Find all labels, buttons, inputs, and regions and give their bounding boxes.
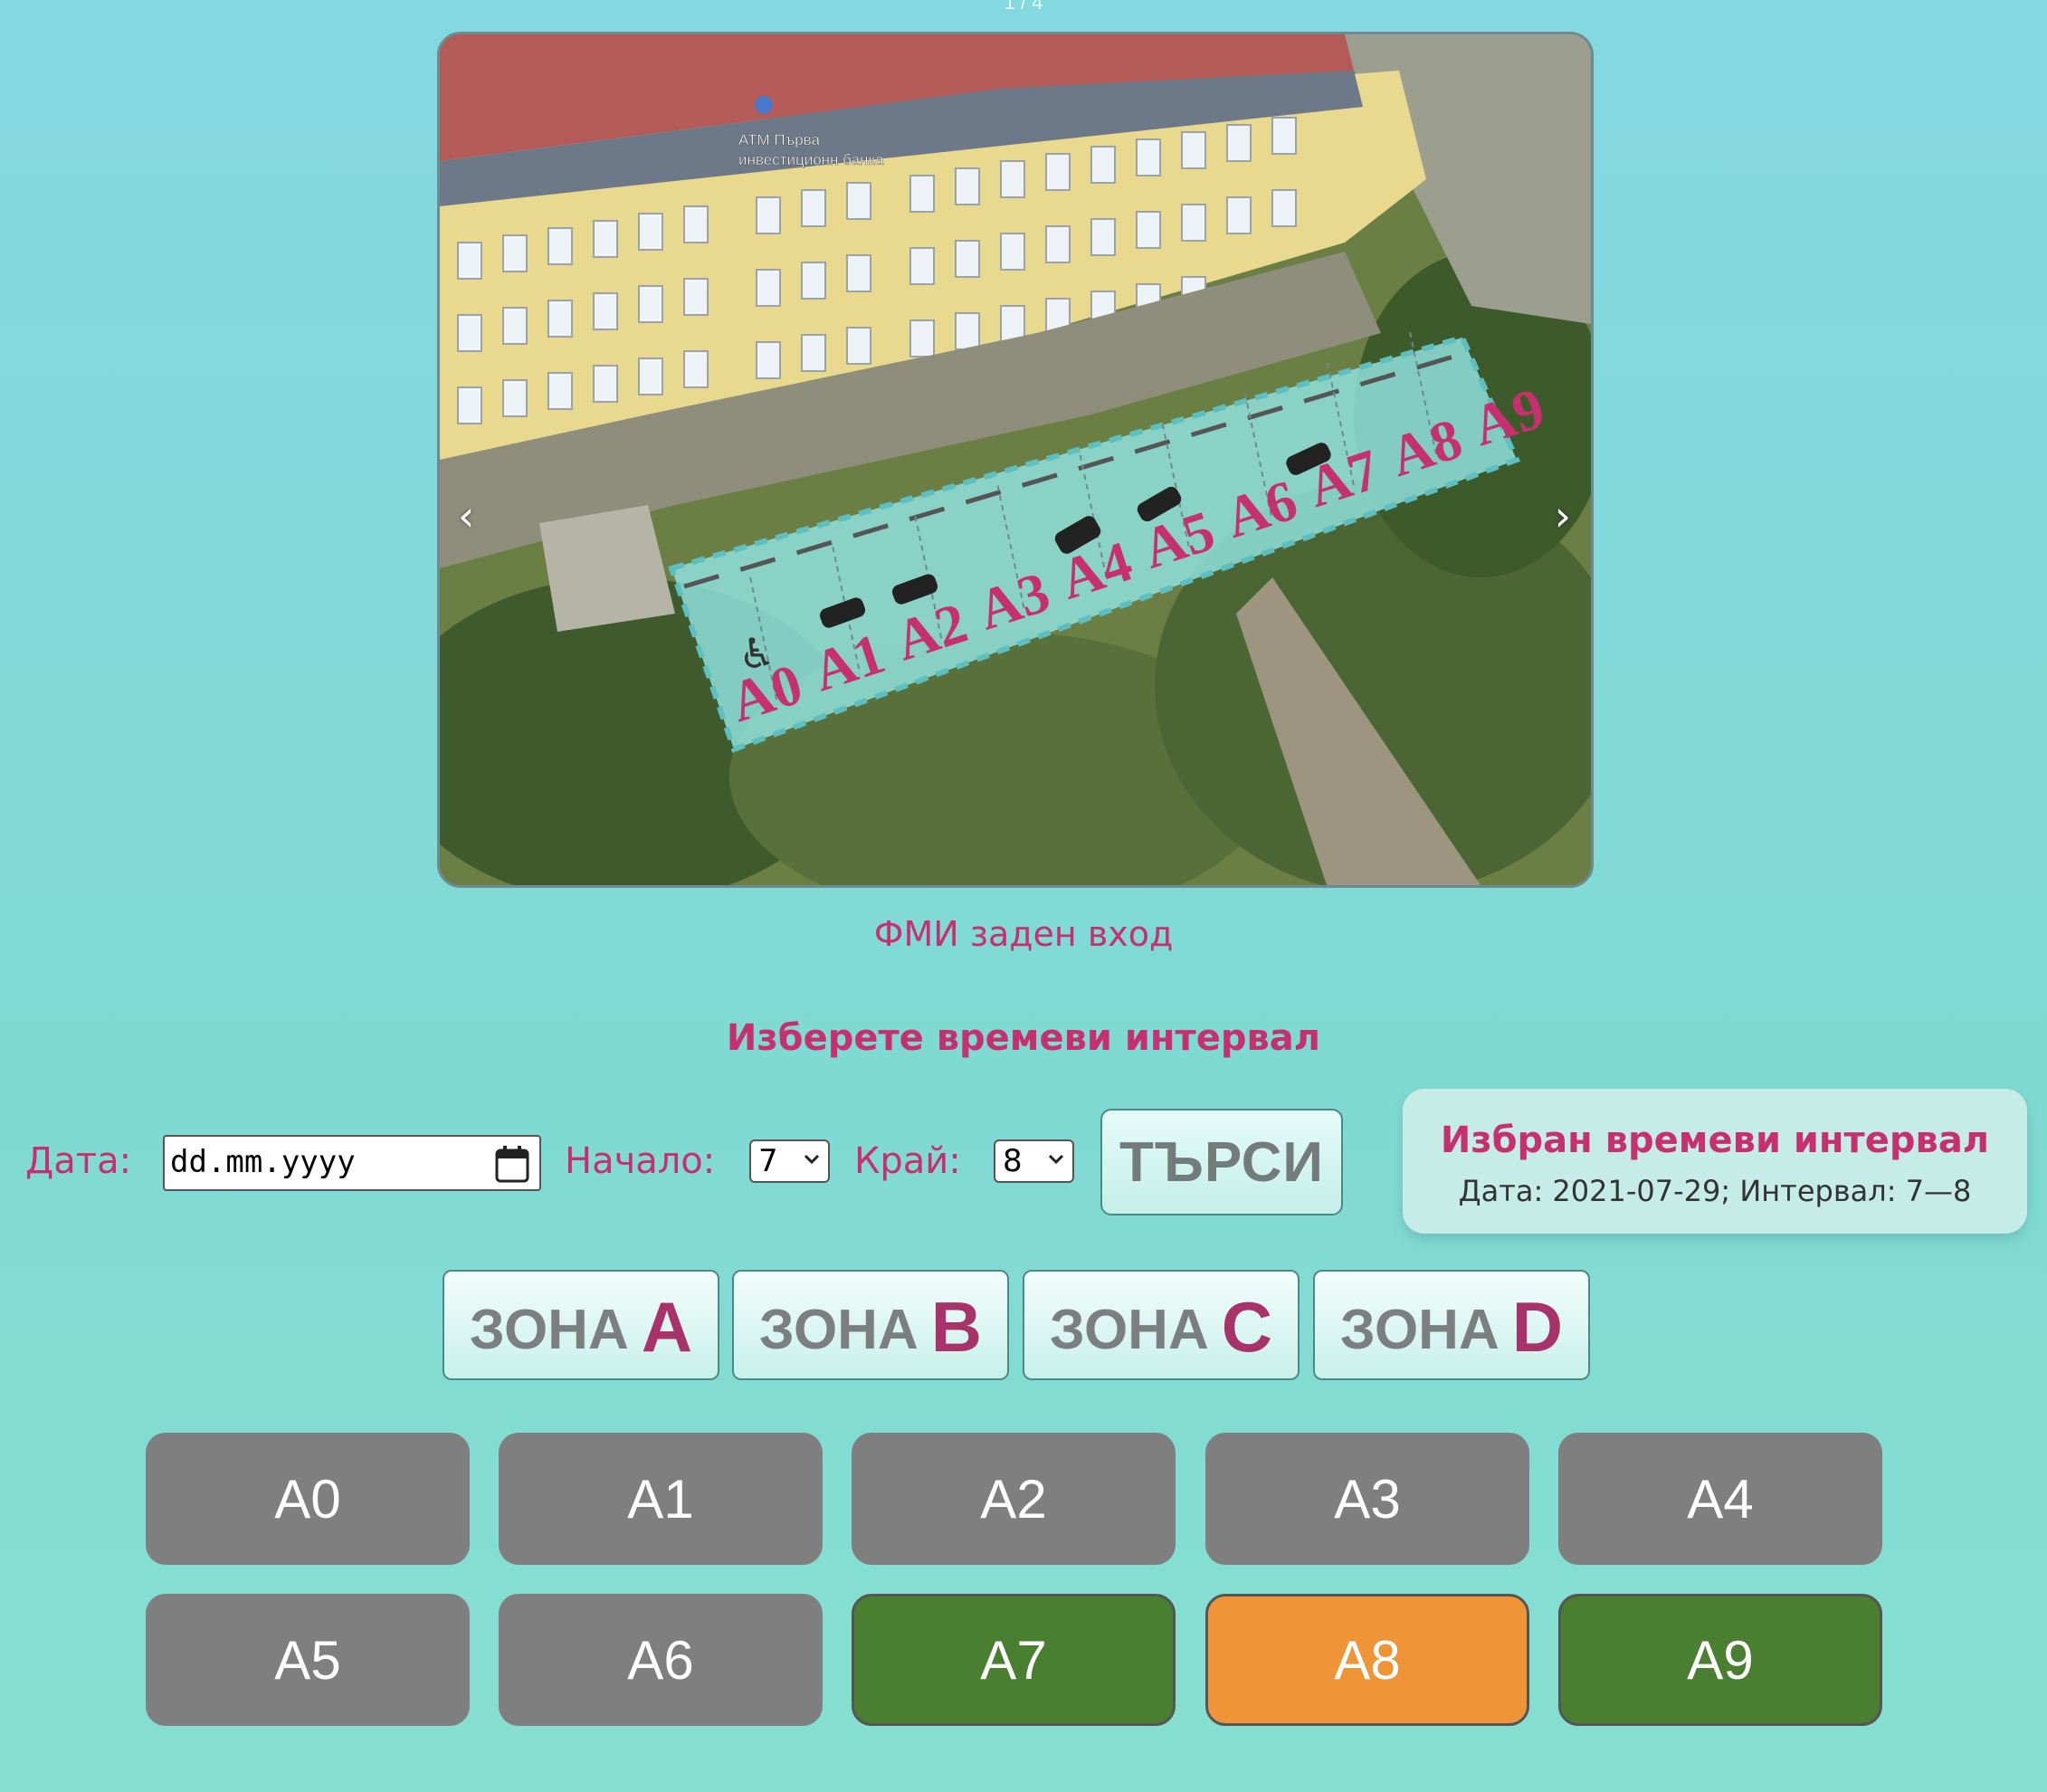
calendar-icon[interactable]: [494, 1144, 530, 1184]
zone-letter: D: [1511, 1287, 1564, 1367]
zone-letter: B: [930, 1287, 983, 1367]
parking-spot-a3[interactable]: A3: [1205, 1433, 1529, 1565]
search-button[interactable]: ТЪРСИ: [1100, 1109, 1343, 1215]
atm-label: ATM Първа: [738, 131, 820, 148]
parking-spot-a9[interactable]: A9: [1558, 1594, 1882, 1726]
parking-spot-a8[interactable]: A8: [1205, 1594, 1529, 1726]
slide-caption: ФМИ заден вход: [873, 914, 1174, 954]
parking-spot-a6[interactable]: A6: [499, 1594, 823, 1726]
zone-word: ЗОНА: [469, 1299, 629, 1361]
start-label: Начало:: [565, 1140, 716, 1182]
end-label: Край:: [854, 1140, 961, 1182]
parking-spot-a7[interactable]: A7: [852, 1594, 1176, 1726]
zone-letter: A: [641, 1287, 693, 1367]
date-label: Дата:: [25, 1140, 132, 1182]
parking-spot-a2[interactable]: A2: [852, 1433, 1176, 1565]
chevron-down-icon: [804, 1154, 820, 1165]
end-select[interactable]: 8: [994, 1139, 1074, 1183]
start-value: 7: [758, 1143, 778, 1179]
chevron-right-icon: ›: [1554, 491, 1571, 540]
selected-interval-card: Избран времеви интервал Дата: 2021-07-29…: [1403, 1089, 2027, 1234]
zone-word: ЗОНА: [1049, 1299, 1209, 1361]
parking-spot-a0[interactable]: A0: [146, 1433, 470, 1565]
start-select[interactable]: 7: [749, 1139, 830, 1183]
prev-slide-button[interactable]: ‹: [458, 491, 474, 540]
atm-marker-icon: [755, 96, 773, 114]
next-slide-button[interactable]: ›: [1555, 491, 1571, 540]
zone-d-button[interactable]: ЗОНА D: [1313, 1270, 1590, 1380]
parking-zone-photo: ATM Първа инвестиционн банка A0 A1 A2 A3 A4 A…: [437, 32, 1594, 888]
selected-interval-details: Дата: 2021-07-29; Интервал: 7—8: [1458, 1174, 1972, 1208]
zone-letter: C: [1221, 1287, 1273, 1367]
end-value: 8: [1003, 1143, 1023, 1179]
zone-b-button[interactable]: ЗОНА B: [732, 1270, 1009, 1380]
date-input[interactable]: dd.mm.yyyy: [163, 1135, 541, 1191]
zone-c-button[interactable]: ЗОНА C: [1023, 1270, 1300, 1380]
parking-spot-a1[interactable]: A1: [499, 1433, 823, 1565]
parking-spot-a4[interactable]: A4: [1558, 1433, 1882, 1565]
date-placeholder: dd.mm.yyyy: [170, 1144, 356, 1180]
atm-label-2: инвестиционн банка: [738, 151, 884, 168]
zone-word: ЗОНА: [758, 1299, 919, 1361]
chevron-left-icon: ‹: [458, 491, 475, 540]
wheelchair-icon: ♿: [738, 629, 776, 678]
chevron-down-icon: [1048, 1154, 1064, 1165]
zone-a-button[interactable]: ЗОНА A: [443, 1270, 719, 1380]
slide-counter: 1 / 4: [1004, 0, 1043, 14]
selected-interval-title: Избран времеви интервал: [1440, 1120, 1990, 1161]
parking-spot-a5[interactable]: A5: [146, 1594, 470, 1726]
form-title: Изберете времеви интервал: [726, 1017, 1321, 1059]
zone-word: ЗОНА: [1339, 1299, 1500, 1361]
